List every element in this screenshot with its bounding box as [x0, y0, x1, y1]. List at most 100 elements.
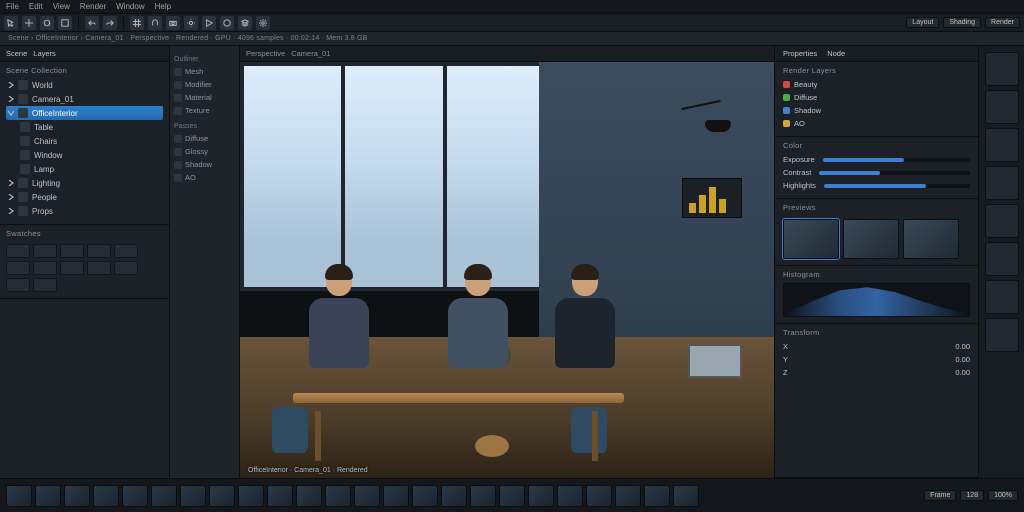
tree-row-people[interactable]: People [6, 190, 163, 204]
tree-row-lamp[interactable]: Lamp [18, 162, 163, 176]
swatch-cell[interactable] [60, 244, 84, 258]
panel-preset-tile[interactable] [985, 242, 1019, 276]
outline-row[interactable]: Modifier [174, 78, 235, 91]
asset-thumb[interactable] [557, 485, 583, 507]
rotate-tool-icon[interactable] [40, 16, 54, 30]
outline-row[interactable]: Glossy [174, 145, 235, 158]
panel-preset-tile[interactable] [985, 166, 1019, 200]
light-icon[interactable] [184, 16, 198, 30]
swatch-cell[interactable] [33, 261, 57, 275]
panel-preset-tile[interactable] [985, 128, 1019, 162]
asset-thumb[interactable] [238, 485, 264, 507]
swatch-cell[interactable] [114, 244, 138, 258]
asset-thumb[interactable] [296, 485, 322, 507]
slider-row[interactable]: Contrast [783, 166, 970, 179]
layers-icon[interactable] [238, 16, 252, 30]
layer-row[interactable]: Shadow [783, 104, 970, 117]
swatch-cell[interactable] [60, 261, 84, 275]
asset-thumb[interactable] [122, 485, 148, 507]
asset-thumb[interactable] [151, 485, 177, 507]
app-menu-view[interactable]: View [53, 2, 70, 11]
panel-preset-tile[interactable] [985, 318, 1019, 352]
slider-row[interactable]: Highlights [783, 179, 970, 192]
swatch-cell[interactable] [33, 244, 57, 258]
asset-thumb[interactable] [354, 485, 380, 507]
swatch-cell[interactable] [87, 261, 111, 275]
contrast-slider[interactable] [819, 171, 970, 175]
left-tab-layers[interactable]: Layers [33, 49, 56, 58]
workspace-tab-shading[interactable]: Shading [943, 17, 981, 28]
material-icon[interactable] [220, 16, 234, 30]
move-tool-icon[interactable] [22, 16, 36, 30]
right-tab-properties[interactable]: Properties [783, 49, 817, 58]
grid-icon[interactable] [130, 16, 144, 30]
highlights-slider[interactable] [824, 184, 970, 188]
preview-thumb[interactable] [903, 219, 959, 259]
asset-thumb[interactable] [267, 485, 293, 507]
app-menu-window[interactable]: Window [116, 2, 144, 11]
layer-row[interactable]: AO [783, 117, 970, 130]
panel-preset-tile[interactable] [985, 280, 1019, 314]
panel-preset-tile[interactable] [985, 52, 1019, 86]
exposure-slider[interactable] [823, 158, 970, 162]
preview-thumb[interactable] [783, 219, 839, 259]
swatch-cell[interactable] [87, 244, 111, 258]
asset-thumb[interactable] [441, 485, 467, 507]
scale-tool-icon[interactable] [58, 16, 72, 30]
asset-thumb[interactable] [325, 485, 351, 507]
tree-row-table[interactable]: Table [18, 120, 163, 134]
render-icon[interactable] [202, 16, 216, 30]
outline-row[interactable]: Material [174, 91, 235, 104]
tree-row-window[interactable]: Window [18, 148, 163, 162]
tree-row-props[interactable]: Props [6, 204, 163, 218]
asset-thumb[interactable] [644, 485, 670, 507]
asset-thumb[interactable] [209, 485, 235, 507]
asset-thumb[interactable] [586, 485, 612, 507]
outline-row[interactable]: AO [174, 171, 235, 184]
preview-thumb[interactable] [843, 219, 899, 259]
asset-thumb[interactable] [412, 485, 438, 507]
frame-value[interactable]: 128 [960, 490, 984, 501]
asset-thumb[interactable] [6, 485, 32, 507]
panel-preset-tile[interactable] [985, 204, 1019, 238]
panel-preset-tile[interactable] [985, 90, 1019, 124]
transform-row[interactable]: Z0.00 [783, 366, 970, 379]
outline-row[interactable]: Diffuse [174, 132, 235, 145]
swatch-cell[interactable] [114, 261, 138, 275]
asset-thumb[interactable] [383, 485, 409, 507]
outline-row[interactable]: Texture [174, 104, 235, 117]
tree-row-office[interactable]: OfficeInterior [6, 106, 163, 120]
asset-thumb[interactable] [615, 485, 641, 507]
swatch-cell[interactable] [33, 278, 57, 292]
asset-thumb[interactable] [35, 485, 61, 507]
viewport-tab-camera[interactable]: Camera_01 [291, 49, 330, 58]
undo-icon[interactable] [85, 16, 99, 30]
asset-thumb[interactable] [180, 485, 206, 507]
tree-row-chairs[interactable]: Chairs [18, 134, 163, 148]
viewport-tab-perspective[interactable]: Perspective [246, 49, 285, 58]
zoom-value[interactable]: 100% [988, 490, 1018, 501]
swatch-cell[interactable] [6, 261, 30, 275]
outline-row[interactable]: Shadow [174, 158, 235, 171]
slider-row[interactable]: Exposure [783, 153, 970, 166]
layer-row[interactable]: Beauty [783, 78, 970, 91]
snap-icon[interactable] [148, 16, 162, 30]
app-menu-edit[interactable]: Edit [29, 2, 43, 11]
asset-thumb[interactable] [499, 485, 525, 507]
asset-thumb[interactable] [64, 485, 90, 507]
workspace-tab-render[interactable]: Render [985, 17, 1020, 28]
layer-row[interactable]: Diffuse [783, 91, 970, 104]
app-menu-file[interactable]: File [6, 2, 19, 11]
camera-icon[interactable] [166, 16, 180, 30]
tree-row-world[interactable]: World [6, 78, 163, 92]
asset-thumb[interactable] [673, 485, 699, 507]
outline-row[interactable]: Mesh [174, 65, 235, 78]
asset-thumb[interactable] [470, 485, 496, 507]
right-tab-node[interactable]: Node [827, 49, 845, 58]
tree-row-lighting[interactable]: Lighting [6, 176, 163, 190]
asset-thumb[interactable] [93, 485, 119, 507]
app-menu-help[interactable]: Help [155, 2, 171, 11]
transform-row[interactable]: X0.00 [783, 340, 970, 353]
redo-icon[interactable] [103, 16, 117, 30]
workspace-tab-layout[interactable]: Layout [906, 17, 939, 28]
